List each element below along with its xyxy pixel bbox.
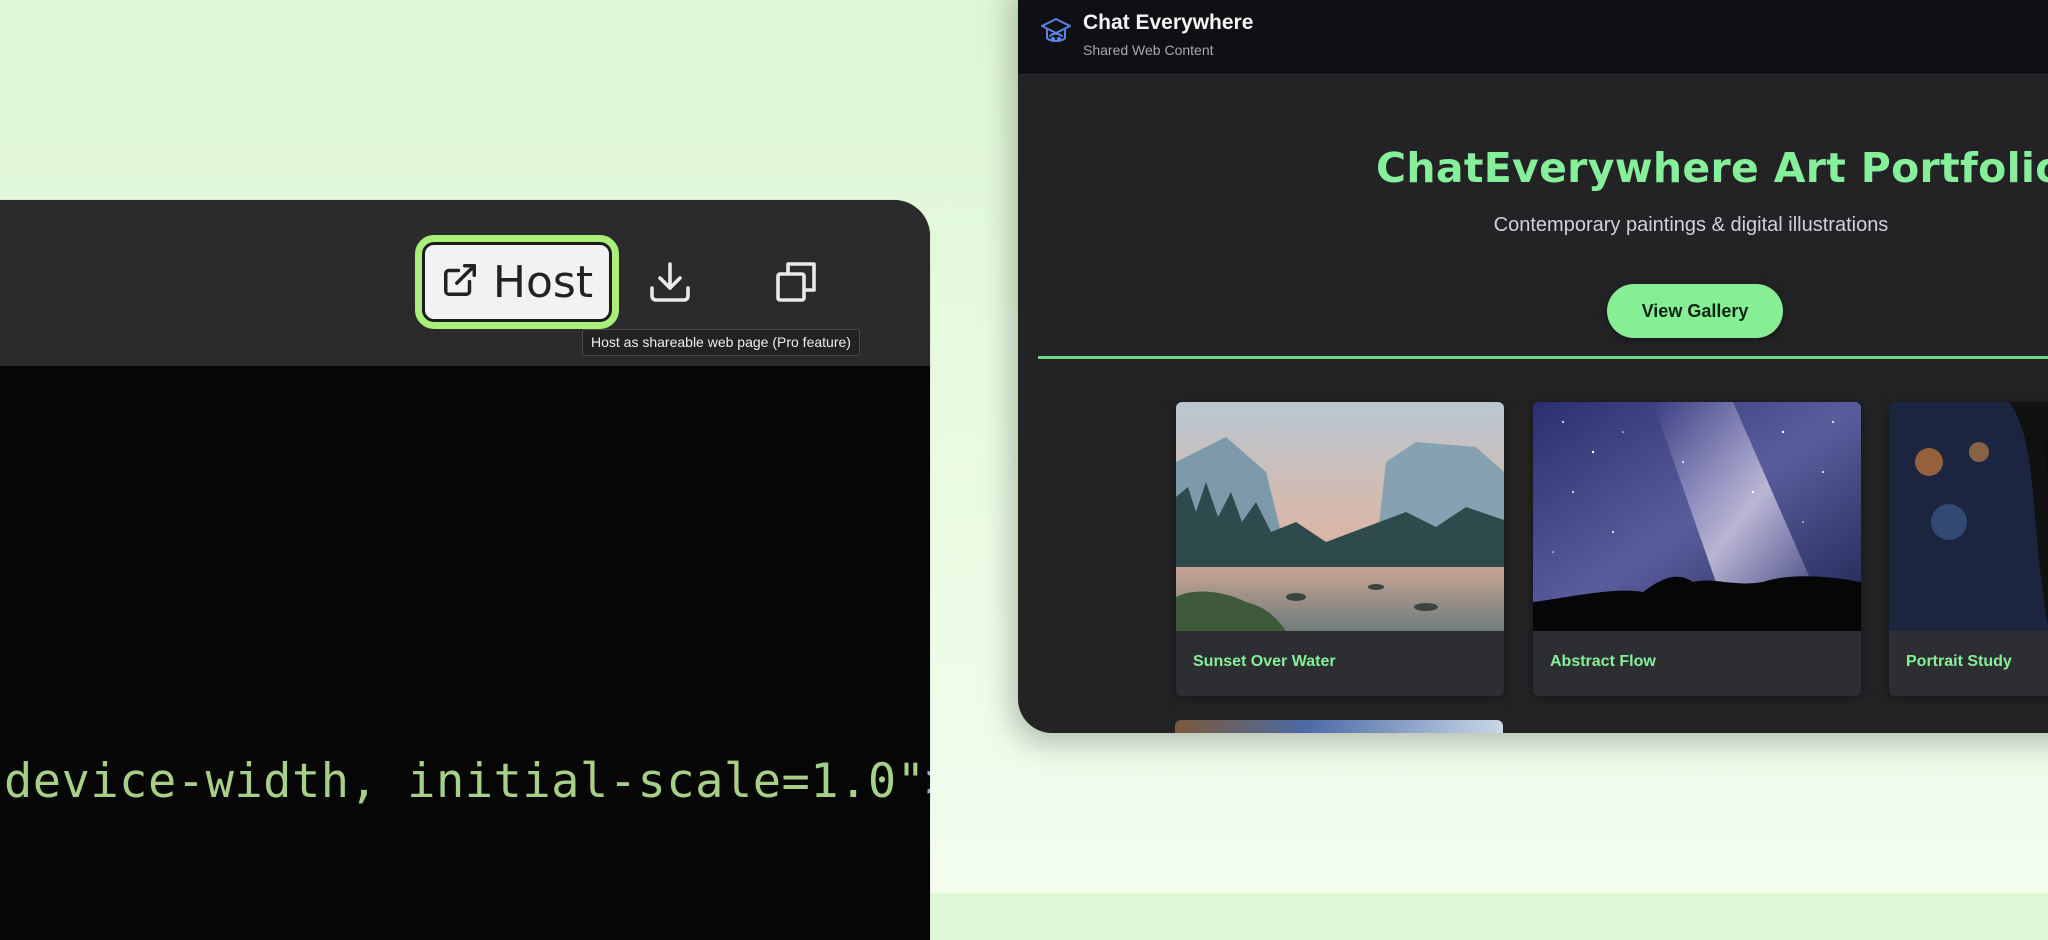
view-gallery-button[interactable]: View Gallery <box>1607 284 1783 338</box>
card-caption: Portrait Study <box>1906 653 2012 670</box>
portrait-study-image <box>1889 402 2048 631</box>
code-text: device-width, initial-scale=1.0" <box>4 754 926 809</box>
card-caption: Sunset Over Water <box>1193 653 1336 670</box>
app-header: Chat Everywhere Shared Web Content <box>1018 0 2048 75</box>
gallery-card[interactable]: Sunset Over Water <box>1176 402 1504 696</box>
code-editor-panel: Host Host as shareable web page (Pro fea… <box>0 200 930 940</box>
card-caption: Abstract Flow <box>1550 653 1656 670</box>
code-line: device-width, initial-scale=1.0"> <box>4 754 930 809</box>
gallery-card[interactable]: Portrait Study <box>1889 402 2048 696</box>
host-button-label: Host <box>492 256 594 308</box>
app-subtitle: Shared Web Content <box>1083 42 1214 58</box>
copy-button[interactable] <box>768 256 824 312</box>
hero-title: ChatEverywhere Art Portfolio <box>1376 144 2048 192</box>
app-title: Chat Everywhere <box>1083 11 1254 34</box>
sunset-over-water-image <box>1176 402 1504 631</box>
gallery-card[interactable]: Abstract Flow <box>1533 402 1861 696</box>
host-tooltip: Host as shareable web page (Pro feature) <box>582 329 860 356</box>
gallery-card-partial[interactable] <box>1175 720 1503 733</box>
download-icon <box>646 258 694 311</box>
app-logo-icon <box>1038 14 1074 50</box>
abstract-flow-image <box>1533 402 1861 631</box>
preview-window: Chat Everywhere Shared Web Content ChatE… <box>1018 0 2048 733</box>
download-button[interactable] <box>642 256 698 312</box>
copy-icon <box>772 258 820 311</box>
editor-toolbar: Host Host as shareable web page (Pro fea… <box>0 200 930 366</box>
code-tag-end: > <box>925 754 930 809</box>
section-divider <box>1038 356 2048 359</box>
hero-subtitle: Contemporary paintings & digital illustr… <box>1493 214 1889 236</box>
external-link-icon <box>441 261 479 304</box>
host-button[interactable]: Host <box>415 235 619 329</box>
